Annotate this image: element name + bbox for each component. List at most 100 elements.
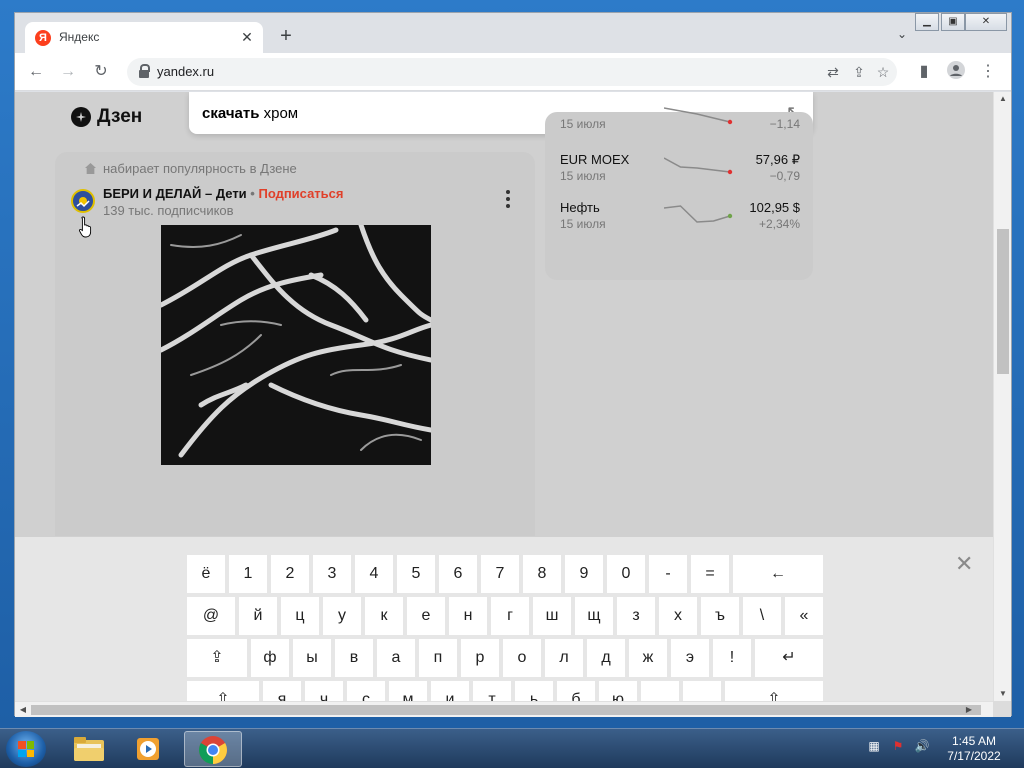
rate-row[interactable]: EUR MOEX 15 июля 57,96 ₽ −0,79 [560,152,800,188]
volume-icon[interactable]: 🔊 [914,739,930,755]
key-0[interactable]: ё [187,555,225,593]
key-letter[interactable]: э [671,639,709,677]
address-bar[interactable]: yandex.ru ⇄ ⇪ ☆ [127,58,897,86]
key-letter[interactable]: ы [293,639,331,677]
reload-icon[interactable]: ↻ [90,61,112,83]
profile-avatar-icon[interactable] [945,61,967,83]
key-letter[interactable]: ю [599,681,637,701]
key-9[interactable]: 9 [565,555,603,593]
key-6[interactable]: 6 [439,555,477,593]
side-panel-icon[interactable]: ▮ [913,61,935,83]
key-capslock[interactable]: ⇪ [187,639,247,677]
key-letter[interactable]: щ [575,597,613,635]
key-12[interactable]: = [691,555,729,593]
key-letter[interactable]: ! [713,639,751,677]
key-letter[interactable]: н [449,597,487,635]
key-letter[interactable]: я [263,681,301,701]
key-letter[interactable]: а [377,639,415,677]
tab-yandex[interactable]: Я Яндекс ✕ [25,22,263,53]
subscribe-link[interactable]: Подписаться [258,186,343,201]
key-5[interactable]: 5 [397,555,435,593]
article-image[interactable] [161,225,431,465]
rate-row[interactable]: Нефть 15 июля 102,95 $ +2,34% [560,200,800,236]
channel-avatar[interactable] [71,189,95,213]
scroll-up-arrow-icon[interactable]: ▲ [994,92,1012,106]
lock-icon[interactable] [139,64,150,78]
key-letter[interactable]: ф [251,639,289,677]
menu-kebab-icon[interactable]: ⋮ [977,61,999,83]
dzen-logo[interactable]: Дзен [71,106,142,128]
key-enter[interactable]: ↵ [755,639,823,677]
scroll-left-arrow-icon[interactable]: ◀ [15,702,31,718]
minimize-button[interactable]: ▁ [915,13,939,31]
bookmark-star-icon[interactable]: ☆ [873,62,893,82]
key-at[interactable]: @ [187,597,235,635]
share-icon[interactable]: ⇪ [849,62,869,82]
key-letter[interactable]: у [323,597,361,635]
url-text[interactable]: yandex.ru [157,64,214,79]
vertical-scroll-thumb[interactable] [997,229,1009,374]
key-letter[interactable]: з [617,597,655,635]
key-letter[interactable]: , [641,681,679,701]
translate-icon[interactable]: ⇄ [823,62,843,82]
maximize-button[interactable]: ▣ [941,13,965,31]
key-letter[interactable]: м [389,681,427,701]
key-letter[interactable]: ш [533,597,571,635]
network-tray-icon[interactable]: ▦ [866,739,882,755]
key-letter[interactable]: ч [305,681,343,701]
key-11[interactable]: - [649,555,687,593]
key-shift-right[interactable]: ⇧ [725,681,823,701]
key-letter[interactable]: . [683,681,721,701]
tab-search-chevron-icon[interactable]: ⌄ [897,27,907,41]
key-letter[interactable]: и [431,681,469,701]
action-center-flag-icon[interactable]: ⚑ [890,739,906,755]
key-10[interactable]: 0 [607,555,645,593]
horizontal-scroll-thumb[interactable] [31,705,981,715]
key-letter[interactable]: п [419,639,457,677]
key-letter[interactable]: д [587,639,625,677]
keyboard-close-icon[interactable]: ✕ [955,553,973,575]
key-3[interactable]: 3 [313,555,351,593]
system-clock[interactable]: 1:45 AM 7/17/2022 [938,734,1010,764]
rate-row[interactable]: 15 июля −1,14 [560,100,800,136]
key-letter[interactable]: р [461,639,499,677]
card-menu-icon[interactable] [505,190,511,212]
key-2[interactable]: 2 [271,555,309,593]
key-backspace[interactable]: ← [733,555,823,593]
horizontal-scrollbar[interactable]: ◀ ▶ [15,701,995,717]
key-1[interactable]: 1 [229,555,267,593]
key-letter[interactable]: ь [515,681,553,701]
scroll-down-arrow-icon[interactable]: ▼ [994,687,1012,701]
close-window-button[interactable]: ✕ [965,13,1007,31]
key-letter[interactable]: х [659,597,697,635]
new-tab-icon[interactable]: + [275,26,297,48]
key-letter[interactable]: л [545,639,583,677]
key-letter[interactable]: « [785,597,823,635]
key-shift-left[interactable]: ⇧ [187,681,259,701]
forward-arrow-icon[interactable]: → [57,61,79,83]
key-letter[interactable]: о [503,639,541,677]
key-letter[interactable]: ъ [701,597,739,635]
key-letter[interactable]: в [335,639,373,677]
key-letter[interactable]: т [473,681,511,701]
back-arrow-icon[interactable]: ← [25,61,47,83]
media-player-taskbar-item[interactable] [120,731,178,767]
key-8[interactable]: 8 [523,555,561,593]
vertical-scrollbar[interactable]: ▲ ▼ [993,92,1011,701]
key-letter[interactable]: б [557,681,595,701]
key-4[interactable]: 4 [355,555,393,593]
scroll-right-arrow-icon[interactable]: ▶ [961,702,977,718]
explorer-taskbar-item[interactable] [60,731,118,767]
key-7[interactable]: 7 [481,555,519,593]
key-letter[interactable]: \ [743,597,781,635]
key-letter[interactable]: к [365,597,403,635]
key-letter[interactable]: й [239,597,277,635]
suggestion-text[interactable]: скачать хром [202,105,298,122]
key-letter[interactable]: с [347,681,385,701]
key-letter[interactable]: ц [281,597,319,635]
chrome-taskbar-item[interactable] [184,731,242,767]
key-letter[interactable]: г [491,597,529,635]
channel-name[interactable]: БЕРИ И ДЕЛАЙ – Дети [103,186,247,201]
key-letter[interactable]: е [407,597,445,635]
start-button[interactable] [6,731,46,767]
